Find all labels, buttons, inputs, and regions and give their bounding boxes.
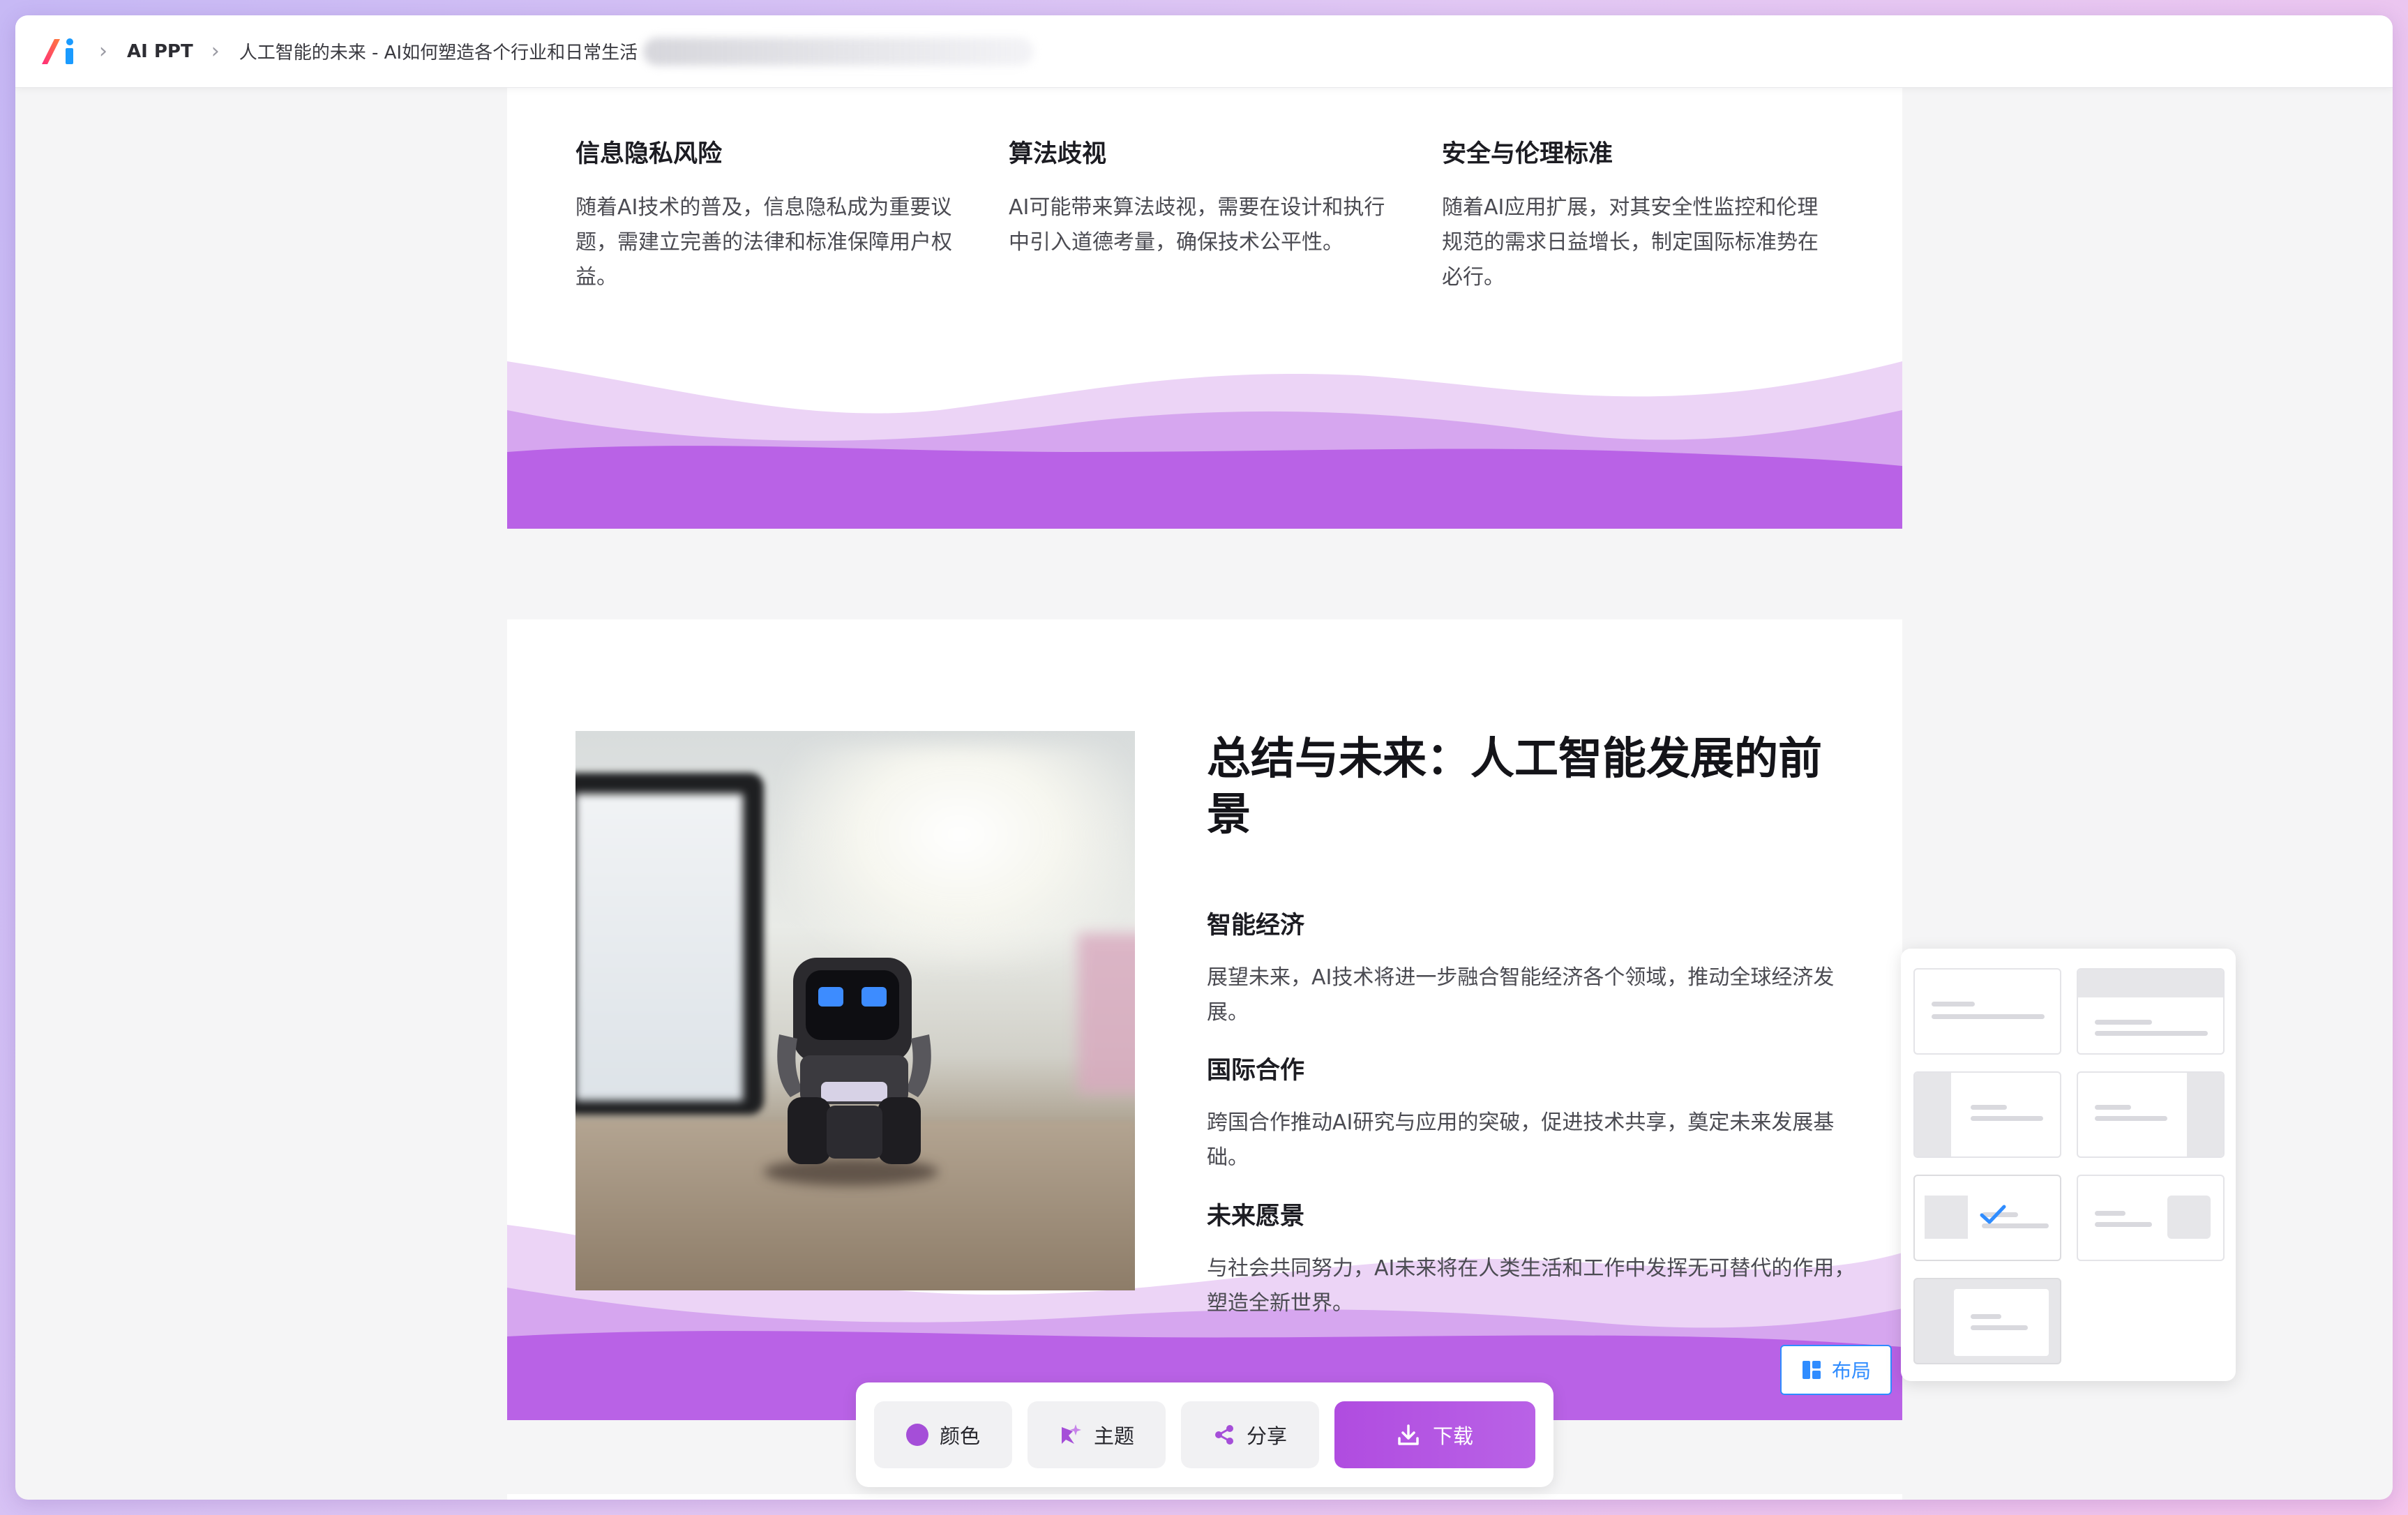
point-title: 国际合作: [1207, 1057, 1305, 1085]
blurred-region: [643, 37, 1034, 66]
point-title: 智能经济: [1207, 912, 1305, 940]
download-button-label: 下载: [1432, 1424, 1473, 1448]
download-button[interactable]: 下载: [1334, 1401, 1535, 1468]
column-body: 随着AI技术的普及，信息隐私成为重要议题，需建立完善的法律和标准保障用户权益。: [575, 195, 952, 289]
slide-heading: 总结与未来：人工智能发展的前景: [1207, 733, 1822, 840]
column-algorithm-bias: 算法歧视 AI可能带来算法歧视，需要在设计和执行中引入道德考量，确保技术公平性。: [1009, 134, 1392, 260]
layout-panel: [1901, 949, 2236, 1381]
column-body: AI可能带来算法歧视，需要在设计和执行中引入道德考量，确保技术公平性。: [1009, 195, 1385, 255]
app-logo-icon[interactable]: [38, 35, 81, 68]
theme-sparkle-icon: [1061, 1424, 1081, 1444]
point-body: 展望未来，AI技术将进一步融合智能经济各个领域，推动全球经济发展。: [1207, 965, 1835, 1025]
point-body: 与社会共同努力，AI未来将在人类生活和工作中发挥无可替代的作用，塑造全新世界。: [1207, 1256, 1856, 1316]
layout-option-header-band[interactable]: [2077, 968, 2225, 1055]
breadcrumb-document-title[interactable]: 人工智能的未来 - AI如何塑造各个行业和日常生活: [239, 38, 638, 64]
layout-icon: [1802, 1361, 1821, 1379]
column-body: 随着AI应用扩展，对其安全性监控和伦理规范的需求日益增长，制定国际标准势在必行。: [1442, 195, 1819, 289]
point-title: 未来愿景: [1207, 1203, 1305, 1230]
top-bar: › AI PPT › 人工智能的未来 - AI如何塑造各个行业和日常生活: [15, 15, 2393, 88]
theme-button-label: 主题: [1093, 1424, 1134, 1448]
wave-decoration: [507, 361, 1902, 529]
chevron-right-icon: ›: [99, 38, 107, 63]
theme-button[interactable]: 主题: [1028, 1401, 1166, 1468]
slide-challenges[interactable]: 信息隐私风险 随着AI技术的普及，信息隐私成为重要议题，需建立完善的法律和标准保…: [507, 57, 1902, 529]
column-title: 安全与伦理标准: [1442, 140, 1613, 168]
color-swatch-icon: [905, 1424, 928, 1446]
robot-photo[interactable]: [575, 731, 1135, 1290]
bottom-toolbar: 颜色 主题 分享 下载: [856, 1382, 1553, 1487]
point-body: 跨国合作推动AI研究与应用的突破，促进技术共享，奠定未来发展基础。: [1207, 1110, 1835, 1170]
color-button-label: 颜色: [939, 1424, 980, 1448]
column-safety-ethics: 安全与伦理标准 随着AI应用扩展，对其安全性监控和伦理规范的需求日益增长，制定国…: [1442, 134, 1826, 295]
share-button-label: 分享: [1246, 1424, 1287, 1448]
layout-button[interactable]: 布局: [1780, 1345, 1892, 1395]
chevron-right-icon: ›: [211, 38, 220, 63]
share-icon: [1214, 1425, 1233, 1445]
check-icon: [1980, 1205, 2006, 1224]
next-slide-edge: [507, 1494, 1902, 1500]
point-smart-economy: 智能经济 展望未来，AI技术将进一步融合智能经济各个领域，推动全球经济发展。: [1207, 905, 1856, 1030]
point-future-vision: 未来愿景 与社会共同努力，AI未来将在人类生活和工作中发挥无可替代的作用，塑造全…: [1207, 1196, 1856, 1321]
slide-summary-future[interactable]: 总结与未来：人工智能发展的前景 智能经济 展望未来，AI技术将进一步融合智能经济…: [507, 619, 1902, 1420]
layout-option-image-left[interactable]: [1913, 1175, 2061, 1261]
share-button[interactable]: 分享: [1181, 1401, 1319, 1468]
breadcrumb-ai-ppt[interactable]: AI PPT: [127, 41, 193, 62]
color-button[interactable]: 颜色: [874, 1401, 1012, 1468]
layout-option-left-sidebar[interactable]: [1913, 1071, 2061, 1158]
layout-option-title-text[interactable]: [1913, 968, 2061, 1055]
app-window: › AI PPT › 人工智能的未来 - AI如何塑造各个行业和日常生活 信息隐…: [15, 15, 2393, 1500]
column-privacy: 信息隐私风险 随着AI技术的普及，信息隐私成为重要议题，需建立完善的法律和标准保…: [575, 134, 959, 295]
layout-option-right-sidebar[interactable]: [2077, 1071, 2225, 1158]
layout-button-label: 布局: [1831, 1359, 1871, 1382]
column-title: 算法歧视: [1009, 140, 1107, 168]
layout-option-image-right[interactable]: [2077, 1175, 2225, 1261]
robot-illustration: [777, 958, 931, 1164]
download-icon: [1398, 1424, 1419, 1445]
column-title: 信息隐私风险: [575, 140, 723, 168]
point-international-cooperation: 国际合作 跨国合作推动AI研究与应用的突破，促进技术共享，奠定未来发展基础。: [1207, 1050, 1856, 1175]
layout-option-centered-card[interactable]: [1913, 1278, 2061, 1364]
